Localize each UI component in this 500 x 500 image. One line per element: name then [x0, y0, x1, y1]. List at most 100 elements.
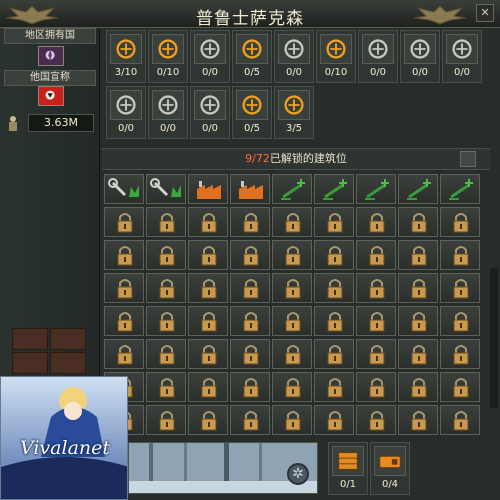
building-slot-locked[interactable]	[398, 273, 438, 303]
building-slot-unlocked[interactable]	[356, 174, 396, 204]
building-slot-locked[interactable]	[188, 339, 228, 369]
building-slot-locked[interactable]	[230, 240, 270, 270]
expand-button[interactable]	[460, 151, 476, 167]
building-slot-locked[interactable]	[272, 306, 312, 336]
building-slot-locked[interactable]	[314, 273, 354, 303]
building-slot-unlocked[interactable]	[104, 174, 144, 204]
building-slot-locked[interactable]	[272, 405, 312, 435]
reserve-card-1[interactable]: 0/1	[328, 442, 368, 495]
grid-cell[interactable]	[12, 328, 48, 350]
building-slot-unlocked[interactable]	[188, 174, 228, 204]
building-slot-unlocked[interactable]	[398, 174, 438, 204]
resource-card[interactable]: 0/10	[148, 30, 188, 83]
building-slot-locked[interactable]	[104, 240, 144, 270]
building-slot-locked[interactable]	[314, 405, 354, 435]
resource-card[interactable]: 0/0	[274, 30, 314, 83]
resource-card[interactable]: 3/5	[274, 86, 314, 139]
resource-card[interactable]: 0/0	[442, 30, 482, 83]
building-slot-locked[interactable]	[188, 273, 228, 303]
building-slot-locked[interactable]	[188, 306, 228, 336]
building-slot-locked[interactable]	[230, 207, 270, 237]
railway-icon	[278, 90, 310, 120]
building-slot-locked[interactable]	[230, 339, 270, 369]
owner-flag-icon[interactable]	[38, 46, 64, 66]
building-slot-locked[interactable]	[314, 306, 354, 336]
building-slot-unlocked[interactable]	[146, 174, 186, 204]
building-slot-locked[interactable]	[440, 405, 480, 435]
resource-card[interactable]: 0/10	[316, 30, 356, 83]
building-slot-locked[interactable]	[440, 339, 480, 369]
building-slot-locked[interactable]	[398, 372, 438, 402]
radar-icon	[362, 34, 394, 64]
building-slot-locked[interactable]	[314, 207, 354, 237]
building-slot-locked[interactable]	[188, 405, 228, 435]
building-slot-locked[interactable]	[230, 405, 270, 435]
building-slot-locked[interactable]	[146, 273, 186, 303]
building-slot-locked[interactable]	[104, 207, 144, 237]
building-slot-locked[interactable]	[398, 207, 438, 237]
building-slot-locked[interactable]	[314, 339, 354, 369]
resource-card[interactable]: 0/0	[190, 86, 230, 139]
building-slot-locked[interactable]	[398, 405, 438, 435]
building-slot-locked[interactable]	[440, 240, 480, 270]
building-slot-locked[interactable]	[272, 372, 312, 402]
building-slot-locked[interactable]	[188, 207, 228, 237]
building-slot-locked[interactable]	[104, 306, 144, 336]
reserve-card-2[interactable]: 0/4	[370, 442, 410, 495]
building-slot-locked[interactable]	[356, 240, 396, 270]
crate-icon	[332, 446, 364, 476]
building-slot-locked[interactable]	[272, 273, 312, 303]
resource-card[interactable]: 0/5	[232, 30, 272, 83]
close-button[interactable]: ✕	[476, 4, 494, 22]
building-slot-locked[interactable]	[272, 339, 312, 369]
settings-gear-button[interactable]: ✲	[287, 463, 309, 485]
resource-card[interactable]: 0/0	[106, 86, 146, 139]
claimant-flag-icon[interactable]	[38, 86, 64, 106]
building-slot-locked[interactable]	[356, 306, 396, 336]
grid-cell[interactable]	[12, 352, 48, 374]
building-slot-locked[interactable]	[188, 372, 228, 402]
building-slot-locked[interactable]	[398, 339, 438, 369]
resource-card[interactable]: 0/0	[190, 30, 230, 83]
building-slot-locked[interactable]	[356, 372, 396, 402]
building-slot-locked[interactable]	[146, 339, 186, 369]
resource-card[interactable]: 0/0	[148, 86, 188, 139]
building-slot-locked[interactable]	[398, 306, 438, 336]
grid-cell[interactable]	[50, 352, 86, 374]
building-slot-locked[interactable]	[146, 372, 186, 402]
building-slot-locked[interactable]	[272, 240, 312, 270]
resource-card[interactable]: 3/10	[106, 30, 146, 83]
building-slot-unlocked[interactable]	[272, 174, 312, 204]
building-slot-unlocked[interactable]	[230, 174, 270, 204]
building-slot-unlocked[interactable]	[440, 174, 480, 204]
building-slot-locked[interactable]	[356, 405, 396, 435]
building-slot-locked[interactable]	[356, 207, 396, 237]
building-slot-locked[interactable]	[230, 306, 270, 336]
building-slot-locked[interactable]	[440, 372, 480, 402]
building-slot-locked[interactable]	[440, 306, 480, 336]
building-slot-locked[interactable]	[104, 273, 144, 303]
building-slot-locked[interactable]	[104, 339, 144, 369]
building-slot-locked[interactable]	[272, 207, 312, 237]
resource-card[interactable]: 0/0	[358, 30, 398, 83]
building-slot-locked[interactable]	[230, 273, 270, 303]
building-slot-unlocked[interactable]	[314, 174, 354, 204]
building-slot-locked[interactable]	[146, 207, 186, 237]
grid-cell[interactable]	[50, 328, 86, 350]
building-slot-locked[interactable]	[188, 240, 228, 270]
building-slot-locked[interactable]	[146, 240, 186, 270]
building-slot-locked[interactable]	[398, 240, 438, 270]
building-slot-locked[interactable]	[314, 372, 354, 402]
resource-card[interactable]: 0/0	[400, 30, 440, 83]
building-slot-locked[interactable]	[230, 372, 270, 402]
robot-arm-icon	[278, 34, 310, 64]
scrollbar[interactable]	[490, 268, 498, 408]
building-slot-locked[interactable]	[314, 240, 354, 270]
building-slot-locked[interactable]	[146, 306, 186, 336]
building-slot-locked[interactable]	[356, 339, 396, 369]
resource-card[interactable]: 0/5	[232, 86, 272, 139]
building-slot-locked[interactable]	[440, 273, 480, 303]
building-slot-locked[interactable]	[146, 405, 186, 435]
building-slot-locked[interactable]	[356, 273, 396, 303]
building-slot-locked[interactable]	[440, 207, 480, 237]
